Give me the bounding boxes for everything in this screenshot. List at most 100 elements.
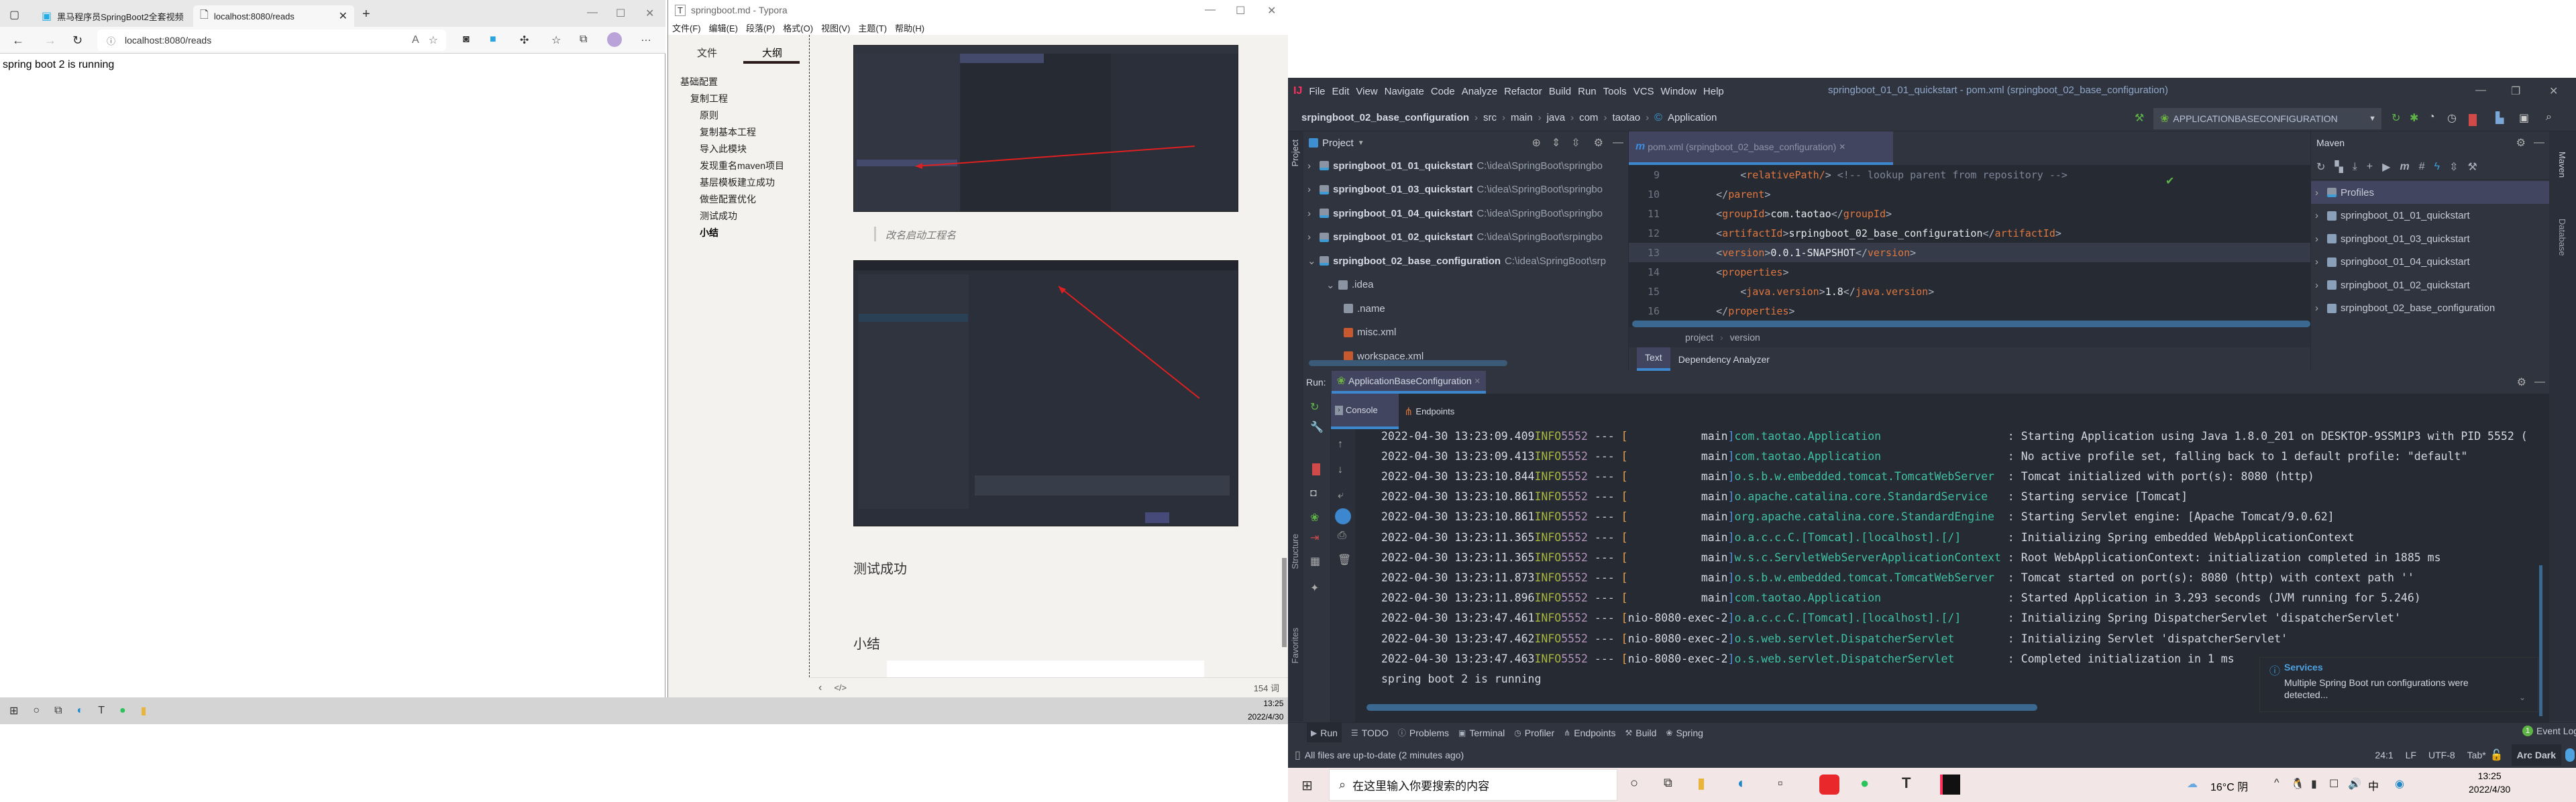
menu-item[interactable]: Run bbox=[1578, 86, 1597, 97]
maven-item[interactable]: › springboot_01_01_quickstart bbox=[2311, 205, 2550, 227]
code-area[interactable]: 9 < relativePath/> <!-- lookup parent fro… bbox=[1629, 165, 2310, 326]
horizontal-scrollbar[interactable] bbox=[1632, 321, 2310, 327]
volume-icon[interactable]: 🔊 bbox=[2348, 777, 2361, 791]
lock-icon[interactable]: 🔓 bbox=[2490, 748, 2504, 762]
browser-tab-localhost[interactable]: 🗋 localhost:8080/reads ✕ bbox=[193, 5, 354, 27]
tool-window-spring[interactable]: ❀ Spring bbox=[1666, 728, 1703, 738]
theme-indicator[interactable]: Arc Dark bbox=[2511, 744, 2561, 766]
file-explorer-icon[interactable]: ▮ bbox=[1697, 775, 1705, 792]
stop-icon[interactable] bbox=[2469, 114, 2477, 126]
menu-item[interactable]: Window bbox=[1661, 86, 1697, 97]
maven-item[interactable]: › srpingboot_01_02_quickstart bbox=[2311, 274, 2550, 296]
run-config-select[interactable]: ❀ APPLICATIONBASECONFIGURATION ▼ bbox=[2153, 108, 2381, 129]
horizontal-scrollbar[interactable] bbox=[1366, 704, 2037, 711]
gear-icon[interactable]: ⚙ bbox=[2516, 136, 2526, 150]
read-aloud-icon[interactable]: A bbox=[412, 34, 419, 46]
chevron-right-icon[interactable]: › bbox=[1307, 231, 1316, 243]
breadcrumb-item[interactable]: src bbox=[1483, 112, 1497, 123]
clock[interactable]: 13:25 2022/4/30 bbox=[1248, 699, 1283, 722]
tool-window-build[interactable]: ⚒ Build bbox=[1625, 728, 1656, 738]
chevron-right-icon[interactable]: › bbox=[2315, 187, 2323, 198]
project-tree-item[interactable]: › springboot_01_04_quickstart C:\idea\Sp… bbox=[1307, 202, 1623, 225]
task-view-icon[interactable]: ⧉ bbox=[1664, 776, 1672, 790]
code-line[interactable]: 10 </parent > bbox=[1629, 184, 2310, 204]
outline-item[interactable]: 做些配置优化 bbox=[700, 192, 756, 206]
chevron-right-icon[interactable]: › bbox=[1307, 160, 1316, 172]
maven-tool-tab[interactable]: Maven bbox=[2557, 152, 2567, 178]
menu-item[interactable]: Code bbox=[1431, 86, 1455, 97]
chevron-right-icon[interactable]: › bbox=[2315, 210, 2323, 221]
app-tray-icon[interactable]: ◉ bbox=[2395, 777, 2404, 791]
menu-item[interactable]: 帮助(H) bbox=[895, 21, 924, 34]
project-tree-item[interactable]: › springboot_01_01_quickstart C:\idea\Sp… bbox=[1307, 154, 1623, 177]
project-tool-tab[interactable]: Project bbox=[1290, 139, 1300, 166]
rerun-icon[interactable]: ↻ bbox=[2392, 111, 2400, 125]
close-tab-icon[interactable]: ✕ bbox=[1839, 142, 1845, 152]
generate-sources-icon[interactable]: ▚ bbox=[2334, 160, 2343, 174]
menu-item[interactable]: 文件(F) bbox=[672, 21, 701, 34]
back-icon[interactable]: ← bbox=[12, 34, 24, 48]
project-tree-item[interactable]: ⌄ .idea bbox=[1326, 274, 1642, 296]
weather-text[interactable]: 16°C 阴 bbox=[2210, 778, 2248, 794]
chevron-right-icon[interactable]: › bbox=[2315, 256, 2323, 268]
network-icon[interactable]: ☐ bbox=[2329, 777, 2339, 791]
file-encoding[interactable]: UTF-8 bbox=[2428, 750, 2455, 760]
close-window-icon[interactable]: ✕ bbox=[645, 7, 654, 20]
execute-goal-icon[interactable]: m bbox=[2400, 161, 2409, 173]
expand-all-icon[interactable]: ⇕ bbox=[1552, 136, 1560, 150]
cortana-icon[interactable]: ○ bbox=[1630, 776, 1638, 791]
task-view-icon[interactable]: ⧉ bbox=[54, 705, 62, 717]
tab-text[interactable]: Text bbox=[1637, 347, 1670, 371]
maximize-icon[interactable]: ☐ bbox=[616, 7, 625, 20]
run-icon[interactable]: ▶ bbox=[2382, 160, 2390, 174]
outline-item[interactable]: 测试成功 bbox=[700, 209, 737, 223]
taskbar-search-input[interactable]: ⌕ 在这里输入你要搜索的内容 bbox=[1329, 769, 1617, 801]
menu-item[interactable]: Help bbox=[1703, 86, 1724, 97]
tool-window-problems[interactable]: ⓘ Problems bbox=[1398, 727, 1449, 738]
maven-item[interactable]: › srpingboot_02_base_configuration bbox=[2311, 297, 2550, 320]
code-line[interactable]: 16 </properties > bbox=[1629, 301, 2310, 321]
sidebar-tab-files[interactable]: 文件 bbox=[697, 46, 717, 60]
chevron-right-icon[interactable]: › bbox=[1307, 184, 1316, 195]
add-icon[interactable]: + bbox=[2367, 161, 2373, 173]
pin-icon[interactable]: ✦ bbox=[1310, 581, 1319, 595]
file-explorer-icon[interactable]: ▮ bbox=[141, 704, 147, 718]
menu-item[interactable]: Refactor bbox=[1504, 86, 1542, 97]
project-tree-item[interactable]: .name bbox=[1344, 297, 1659, 320]
notification-title[interactable]: Services bbox=[2284, 662, 2323, 673]
favorite-add-icon[interactable]: ☆ bbox=[429, 34, 438, 47]
collapse-icon[interactable]: ⇳ bbox=[2449, 160, 2458, 174]
tool-window-todo[interactable]: ☰ TODO bbox=[1351, 728, 1389, 738]
services-notification[interactable]: ⓘ Services Multiple Spring Boot run conf… bbox=[2259, 657, 2538, 712]
tool-window-run[interactable]: ▶ Run bbox=[1307, 722, 1342, 743]
locate-icon[interactable]: ⊕ bbox=[1532, 136, 1540, 150]
chevron-down-icon[interactable]: ⌄ bbox=[1326, 279, 1335, 291]
rerun-icon[interactable]: ↻ bbox=[1310, 400, 1319, 414]
stop-icon[interactable] bbox=[1312, 463, 1320, 475]
skip-tests-icon[interactable]: ϟ bbox=[2434, 161, 2440, 173]
extension-icon[interactable]: ■ bbox=[490, 34, 496, 46]
menu-item[interactable]: File bbox=[1309, 86, 1325, 97]
project-tree-item[interactable]: ⌄ srpingboot_02_base_configuration C:\id… bbox=[1307, 249, 1623, 272]
extension-icon[interactable]: ◙ bbox=[463, 34, 470, 46]
tab-dependency-analyzer[interactable]: Dependency Analyzer bbox=[1670, 354, 1778, 365]
search-circle-icon[interactable]: ○ bbox=[33, 705, 40, 717]
indent-setting[interactable]: Tab* bbox=[2467, 750, 2486, 760]
run-tab-applicationbaseconfiguration[interactable]: ❀ ApplicationBaseConfiguration ✕ bbox=[1331, 371, 1486, 394]
input-method[interactable]: 中 bbox=[2368, 777, 2379, 793]
menu-item[interactable]: 格式(O) bbox=[783, 21, 813, 34]
outline-item[interactable]: 导入此模块 bbox=[700, 142, 747, 156]
breadcrumb-version[interactable]: version bbox=[1730, 332, 1760, 343]
new-tab-icon[interactable]: + bbox=[362, 7, 370, 22]
project-tree-item[interactable]: misc.xml bbox=[1344, 321, 1659, 344]
hide-icon[interactable]: — bbox=[2534, 137, 2544, 149]
address-bar[interactable]: ⓘ localhost:8080/reads A ☆ bbox=[97, 30, 446, 51]
close-tab-icon[interactable]: ✕ bbox=[1474, 377, 1481, 386]
spring-icon[interactable]: ❀ bbox=[1310, 511, 1319, 524]
debug-icon[interactable]: ✱ bbox=[2410, 111, 2418, 125]
download-icon[interactable]: ⤓ bbox=[2353, 161, 2357, 173]
scrollbar[interactable] bbox=[1282, 558, 1287, 647]
windows-start-icon[interactable]: ⊞ bbox=[1301, 777, 1313, 794]
breadcrumb-item[interactable]: taotao bbox=[1612, 112, 1640, 123]
code-line[interactable]: 11 < groupId > com.taotao </groupId > bbox=[1629, 204, 2310, 223]
